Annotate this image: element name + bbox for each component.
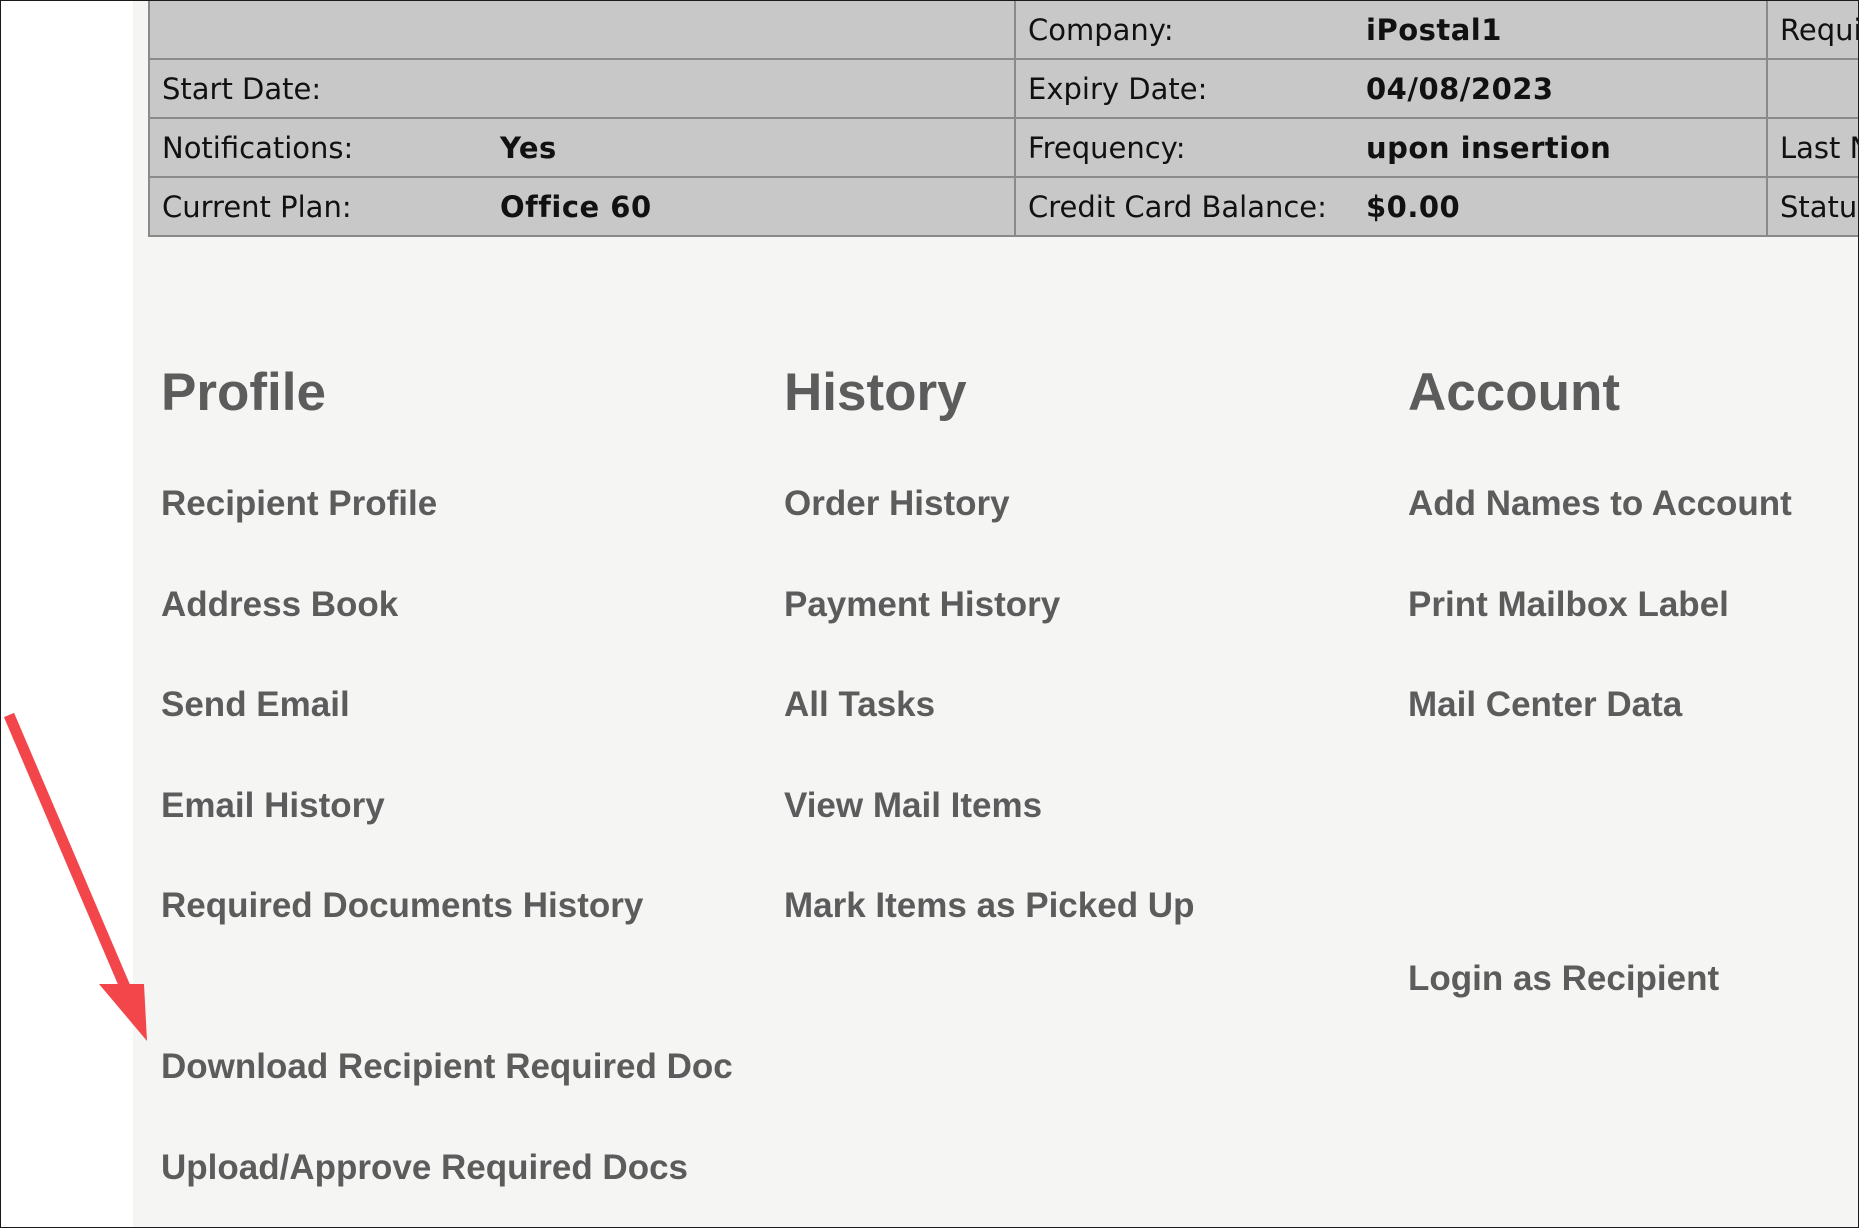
status-label: Status bbox=[1780, 189, 1858, 224]
view-mail-items-link[interactable]: View Mail Items bbox=[784, 786, 1042, 826]
info-cell: Expiry Date: 04/08/2023 bbox=[1014, 58, 1768, 119]
info-cell: Notifications: Yes bbox=[148, 117, 1016, 178]
address-book-link[interactable]: Address Book bbox=[161, 585, 398, 625]
expiry-date-value: 04/08/2023 bbox=[1366, 71, 1554, 106]
info-cell: Start Date: bbox=[148, 58, 1016, 119]
print-mailbox-label-link[interactable]: Print Mailbox Label bbox=[1408, 585, 1729, 625]
info-row-plan: Current Plan: Office 60 Credit Card Balan… bbox=[148, 176, 1858, 237]
required-label: Requi bbox=[1780, 12, 1859, 47]
frequency-label: Frequency: bbox=[1028, 130, 1186, 165]
start-date-label: Start Date: bbox=[162, 71, 322, 106]
recipient-profile-link[interactable]: Recipient Profile bbox=[161, 484, 437, 524]
company-label: Company: bbox=[1028, 12, 1174, 47]
notifications-value: Yes bbox=[500, 130, 557, 165]
order-history-link[interactable]: Order History bbox=[784, 484, 1010, 524]
profile-section: Profile Recipient Profile Address Book S… bbox=[161, 361, 733, 1187]
all-tasks-link[interactable]: All Tasks bbox=[784, 685, 935, 725]
info-cell bbox=[148, 1, 1016, 60]
download-recipient-required-doc-link[interactable]: Download Recipient Required Doc bbox=[161, 1047, 733, 1087]
account-info-table: Company: iPostal1 Requi Start Date: Expir… bbox=[148, 1, 1859, 237]
current-plan-label: Current Plan: bbox=[162, 189, 352, 224]
account-heading: Account bbox=[1408, 363, 1620, 422]
info-cell: Current Plan: Office 60 bbox=[148, 176, 1016, 237]
history-heading: History bbox=[784, 363, 967, 422]
required-documents-history-link[interactable]: Required Documents History bbox=[161, 886, 643, 926]
credit-card-balance-value: $0.00 bbox=[1366, 189, 1461, 224]
profile-heading: Profile bbox=[161, 363, 326, 422]
info-row-dates: Start Date: Expiry Date: 04/08/2023 bbox=[148, 58, 1858, 119]
info-cell: Status bbox=[1766, 176, 1858, 237]
current-plan-value: Office 60 bbox=[500, 189, 652, 224]
screenshot-frame: Company: iPostal1 Requi Start Date: Expir… bbox=[0, 0, 1859, 1228]
history-section: History Order History Payment History Al… bbox=[784, 361, 1194, 925]
company-value: iPostal1 bbox=[1366, 12, 1502, 47]
info-cell: Company: iPostal1 bbox=[1014, 1, 1768, 60]
mark-items-picked-up-link[interactable]: Mark Items as Picked Up bbox=[784, 886, 1194, 926]
email-history-link[interactable]: Email History bbox=[161, 786, 385, 826]
frequency-value: upon insertion bbox=[1366, 130, 1612, 165]
mail-center-data-link[interactable]: Mail Center Data bbox=[1408, 685, 1682, 725]
info-cell: Requi bbox=[1766, 1, 1859, 60]
info-row-company: Company: iPostal1 Requi bbox=[148, 1, 1859, 60]
notifications-label: Notifications: bbox=[162, 130, 354, 165]
credit-card-balance-label: Credit Card Balance: bbox=[1028, 189, 1327, 224]
send-email-link[interactable]: Send Email bbox=[161, 685, 350, 725]
account-section: Account Add Names to Account Print Mailb… bbox=[1408, 361, 1792, 998]
info-cell: Last N bbox=[1766, 117, 1858, 178]
expiry-date-label: Expiry Date: bbox=[1028, 71, 1208, 106]
info-row-notifications: Notifications: Yes Frequency: upon inserti… bbox=[148, 117, 1858, 178]
info-cell bbox=[1766, 58, 1858, 119]
annotation-arrow-icon bbox=[3, 712, 147, 1041]
payment-history-link[interactable]: Payment History bbox=[784, 585, 1060, 625]
upload-approve-required-docs-link[interactable]: Upload/Approve Required Docs bbox=[161, 1148, 688, 1188]
last-notification-label: Last N bbox=[1780, 130, 1858, 165]
login-as-recipient-link[interactable]: Login as Recipient bbox=[1408, 959, 1719, 999]
info-cell: Credit Card Balance: $0.00 bbox=[1014, 176, 1768, 237]
add-names-to-account-link[interactable]: Add Names to Account bbox=[1408, 484, 1792, 524]
info-cell: Frequency: upon insertion bbox=[1014, 117, 1768, 178]
